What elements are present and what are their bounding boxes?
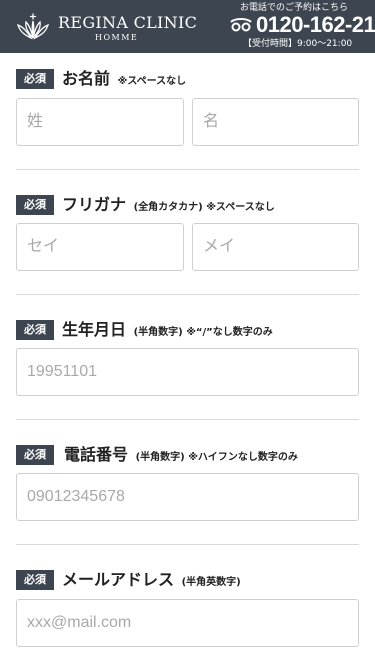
required-badge: 必須 — [16, 320, 54, 340]
first-name-kana-input[interactable] — [192, 223, 359, 271]
birthdate-label-text: 生年月日 — [62, 320, 127, 339]
last-name-kana-input[interactable] — [16, 223, 184, 271]
required-badge: 必須 — [16, 195, 54, 215]
kana-label-text: フリガナ — [62, 195, 127, 214]
name-note: ※スペースなし — [117, 76, 187, 87]
email-label-text: メールアドレス — [62, 570, 175, 589]
birthdate-input[interactable] — [16, 348, 359, 396]
name-label: お名前 ※スペースなし — [62, 69, 186, 92]
phone-label-text: 電話番号 — [64, 445, 129, 464]
kana-label: フリガナ (全角カタカナ) ※スペースなし — [62, 195, 275, 218]
name-label-text: お名前 — [62, 69, 111, 88]
email-label: メールアドレス (半角英数字) — [62, 570, 241, 593]
kana-note: (全角カタカナ) ※スペースなし — [133, 202, 275, 213]
first-name-input[interactable] — [192, 98, 359, 146]
brand-name[interactable]: REGINA CLINIC — [58, 15, 197, 31]
phone-input[interactable] — [16, 473, 359, 521]
tel-number-link[interactable]: 0120-162-211 — [256, 13, 375, 37]
brand-sub: HOMME — [95, 33, 139, 42]
divider — [16, 169, 359, 170]
last-name-input[interactable] — [16, 98, 184, 146]
email-input[interactable] — [16, 599, 359, 647]
email-note: (半角英数字) — [181, 577, 241, 588]
tel-hours: 【受付時間】9:00〜21:00 — [243, 39, 353, 49]
required-badge: 必須 — [16, 570, 54, 590]
required-badge: 必須 — [16, 445, 54, 465]
site-header: REGINA CLINIC HOMME お電話でのご予約はこちら 0120-16… — [0, 0, 375, 53]
birthdate-label: 生年月日 (半角数字) ※“/”なし数字のみ — [62, 320, 273, 343]
divider — [16, 419, 359, 420]
divider — [16, 294, 359, 295]
logo-crown-icon[interactable] — [15, 10, 51, 40]
phone-note: (半角数字) ※ハイフンなし数字のみ — [135, 452, 298, 463]
phone-label: 電話番号 (半角数字) ※ハイフンなし数字のみ — [64, 445, 298, 468]
free-dial-icon — [230, 18, 252, 32]
birthdate-note: (半角数字) ※“/”なし数字のみ — [133, 327, 273, 338]
divider — [16, 544, 359, 545]
required-badge: 必須 — [16, 69, 54, 89]
